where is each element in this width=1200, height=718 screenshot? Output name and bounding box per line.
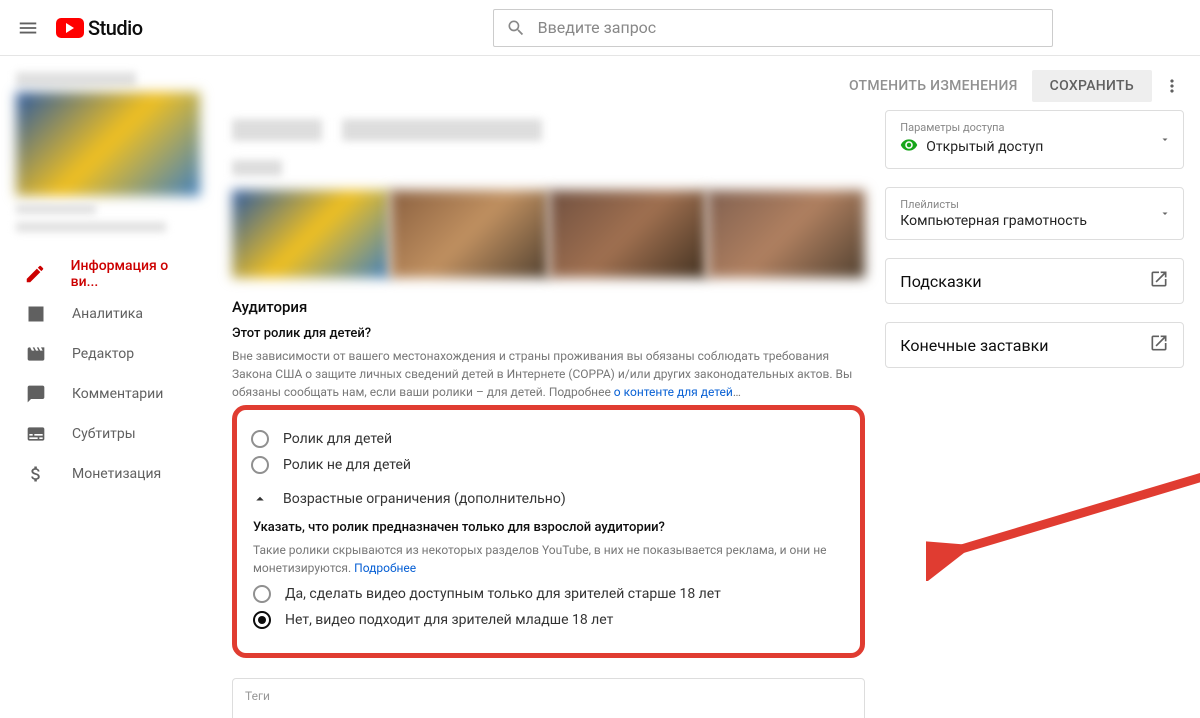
youtube-play-icon	[56, 18, 84, 38]
card-value: Компьютерная грамотность	[900, 213, 1087, 229]
dropdown-arrow-icon	[1159, 204, 1171, 223]
radio-label: Ролик для детей	[283, 431, 392, 447]
card-label: Плейлисты	[900, 198, 1169, 211]
blurred-tabs	[232, 160, 865, 184]
video-thumbnail	[16, 92, 200, 196]
highlighted-settings-box: Ролик для детей Ролик не для детей Возра…	[232, 405, 865, 658]
age-restriction-expander[interactable]: Возрастные ограничения (дополнительно)	[251, 490, 846, 508]
chevron-up-icon	[251, 490, 269, 508]
sidebar-label: Редактор	[72, 346, 134, 362]
sidebar-label: Аналитика	[72, 306, 143, 322]
radio-icon	[251, 456, 269, 474]
radio-adult-no[interactable]: Нет, видео подходит для зрителей младше …	[253, 611, 846, 629]
analytics-icon	[24, 302, 48, 326]
subtitles-icon	[24, 422, 48, 446]
sidebar-label: Субтитры	[72, 426, 136, 442]
adult-help-text: Такие ролики скрываются из некоторых раз…	[253, 541, 846, 577]
sidebar-label: Комментарии	[72, 386, 163, 402]
cards-panel[interactable]: Подсказки	[885, 258, 1184, 304]
radio-adult-yes[interactable]: Да, сделать видео доступным только для з…	[253, 585, 846, 603]
sidebar-label: Монетизация	[72, 466, 161, 482]
open-external-icon	[1149, 333, 1169, 357]
card-label: Параметры доступа	[900, 121, 1169, 134]
dollar-icon	[24, 462, 48, 486]
radio-kids-no[interactable]: Ролик не для детей	[251, 456, 846, 474]
more-options-button[interactable]	[1160, 74, 1184, 98]
visibility-card[interactable]: Параметры доступа Открытый доступ	[885, 110, 1184, 169]
card-value: Конечные заставки	[900, 336, 1048, 355]
comments-icon	[24, 382, 48, 406]
editor-icon	[24, 342, 48, 366]
pencil-icon	[24, 262, 47, 286]
adult-question: Указать, что ролик предназначен только д…	[253, 520, 846, 535]
visibility-public-icon	[900, 136, 918, 158]
thumbnail-strip	[232, 190, 865, 278]
audience-section-title: Аудитория	[232, 298, 865, 316]
hamburger-menu-button[interactable]	[16, 16, 40, 40]
radio-label: Нет, видео подходит для зрителей младше …	[285, 612, 613, 628]
sidebar-item-monetization[interactable]: Монетизация	[0, 454, 216, 494]
radio-icon-checked	[253, 611, 271, 629]
sidebar-item-subtitles[interactable]: Субтитры	[0, 414, 216, 454]
video-preview-block	[0, 64, 216, 240]
card-value: Подсказки	[900, 272, 981, 291]
sidebar-item-comments[interactable]: Комментарии	[0, 374, 216, 414]
tags-input[interactable]: Теги	[232, 678, 865, 718]
brand-name: Studio	[88, 16, 143, 40]
radio-label: Да, сделать видео доступным только для з…	[285, 586, 721, 602]
cancel-button[interactable]: ОТМЕНИТЬ ИЗМЕНЕНИЯ	[835, 70, 1032, 102]
search-placeholder: Введите запрос	[538, 18, 657, 37]
sidebar-item-analytics[interactable]: Аналитика	[0, 294, 216, 334]
radio-kids-yes[interactable]: Ролик для детей	[251, 430, 846, 448]
main-content: ОТМЕНИТЬ ИЗМЕНЕНИЯ СОХРАНИТЬ	[216, 56, 1200, 718]
kids-question: Этот ролик для детей?	[232, 326, 865, 341]
tags-label: Теги	[245, 689, 852, 703]
youtube-studio-logo[interactable]: Studio	[56, 16, 143, 40]
expander-label: Возрастные ограничения (дополнительно)	[283, 491, 566, 507]
radio-label: Ролик не для детей	[283, 457, 411, 473]
blurred-title-area	[232, 110, 865, 150]
card-value: Открытый доступ	[926, 139, 1043, 155]
open-external-icon	[1149, 269, 1169, 293]
sidebar: Информация о ви... Аналитика Редактор Ко…	[0, 56, 216, 718]
kids-content-link[interactable]: о контенте для детей	[614, 385, 733, 399]
search-icon	[506, 18, 526, 38]
learn-more-link[interactable]: Подробнее	[354, 561, 416, 575]
sidebar-item-editor[interactable]: Редактор	[0, 334, 216, 374]
sidebar-label: Информация о ви...	[71, 258, 192, 290]
playlists-card[interactable]: Плейлисты Компьютерная грамотность	[885, 187, 1184, 240]
dropdown-arrow-icon	[1159, 130, 1171, 149]
radio-icon	[251, 430, 269, 448]
coppa-help-text: Вне зависимости от вашего местонахождени…	[232, 347, 865, 401]
search-input[interactable]: Введите запрос	[493, 9, 1053, 47]
radio-icon	[253, 585, 271, 603]
endscreens-panel[interactable]: Конечные заставки	[885, 322, 1184, 368]
sidebar-item-details[interactable]: Информация о ви...	[0, 254, 216, 294]
save-button[interactable]: СОХРАНИТЬ	[1032, 70, 1152, 102]
